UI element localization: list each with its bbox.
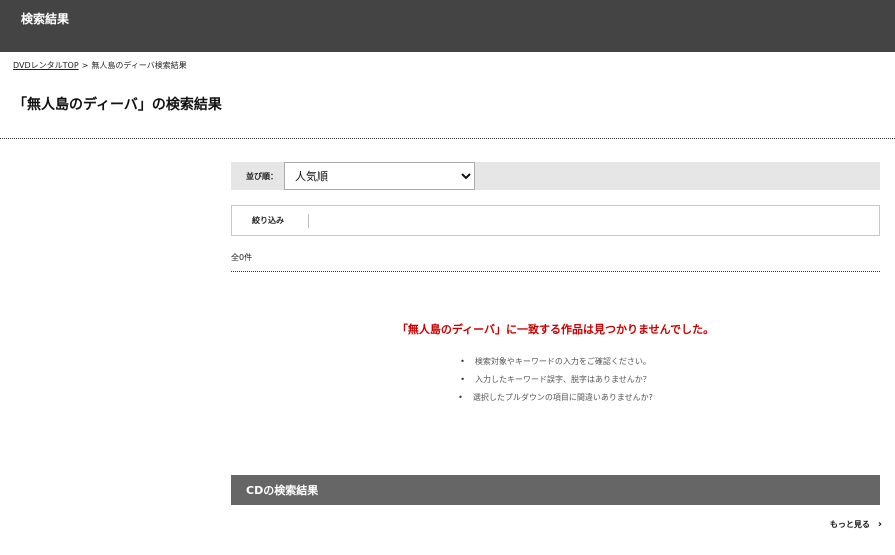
breadcrumb: DVDレンタルTOP > 無人島のディーバ検索結果 bbox=[13, 60, 187, 71]
header-title: 検索結果 bbox=[21, 12, 70, 26]
search-tips-list: 検索対象やキーワードの入力をご確認ください。 入力したキーワード誤字、脱字はあり… bbox=[231, 353, 880, 407]
count-divider bbox=[231, 271, 880, 272]
sort-select[interactable]: 人気順 bbox=[284, 162, 475, 190]
result-count: 全0件 bbox=[231, 253, 253, 262]
no-result-message: 「無人島のディーバ」に一致する作品は見つかりませんでした。 bbox=[396, 323, 715, 336]
page-title: 「無人島のディーバ」の検索結果 bbox=[13, 97, 222, 113]
chevron-right-icon: › bbox=[877, 519, 882, 530]
search-tip: 選択したプルダウンの項目に間違いありませんか? bbox=[231, 389, 880, 407]
more-link[interactable]: もっと見る › bbox=[830, 519, 882, 530]
cd-section-title: CDの検索結果 bbox=[246, 484, 319, 497]
more-link-label: もっと見る bbox=[829, 520, 870, 529]
title-divider bbox=[0, 138, 895, 139]
sort-label: 並び順： bbox=[246, 172, 278, 181]
top-header-bar: 検索結果 bbox=[0, 0, 895, 52]
breadcrumb-separator: > bbox=[81, 61, 89, 70]
filter-toggle[interactable]: 絞り込み bbox=[252, 215, 284, 226]
cd-section-header: CDの検索結果 bbox=[231, 475, 880, 505]
filter-divider bbox=[308, 214, 309, 228]
sort-bar: 並び順： 人気順 bbox=[231, 162, 880, 190]
breadcrumb-home-link[interactable]: DVDレンタルTOP bbox=[13, 61, 79, 70]
breadcrumb-current: 無人島のディーバ検索結果 bbox=[91, 61, 187, 70]
filter-box: 絞り込み bbox=[231, 205, 880, 236]
search-tip: 検索対象やキーワードの入力をご確認ください。 bbox=[231, 353, 880, 371]
search-tip: 入力したキーワード誤字、脱字はありませんか？ bbox=[231, 371, 880, 389]
